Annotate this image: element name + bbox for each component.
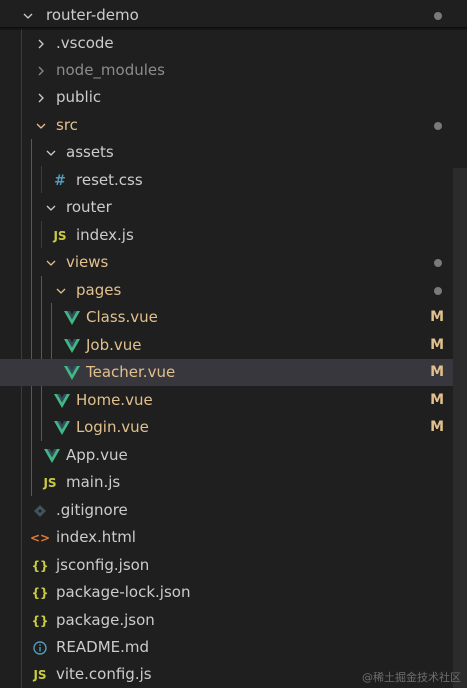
json-file-icon: {} (31, 613, 49, 628)
json-file-icon: {} (31, 558, 49, 573)
tree-folder-node-modules[interactable]: node_modules (0, 57, 467, 84)
chevron-down-icon (33, 112, 49, 139)
vue-file-icon (63, 332, 81, 359)
tree-label: index.html (56, 528, 136, 546)
tree-file-reset-css[interactable]: # reset.css (0, 167, 467, 194)
tree-label: pages (76, 281, 122, 299)
tree-label: Class.vue (86, 308, 158, 326)
chevron-down-icon (43, 139, 59, 166)
vertical-scrollbar[interactable] (453, 168, 467, 688)
js-file-icon: JS (53, 228, 67, 243)
tree-label: node_modules (56, 61, 165, 79)
chevron-down-icon (53, 277, 69, 304)
tree-label: README.md (56, 638, 150, 656)
tree-label: Home.vue (76, 391, 153, 409)
vue-file-icon (63, 304, 81, 331)
tree-file-index-html[interactable]: <> index.html (0, 524, 467, 551)
tree-file-package-lock-json[interactable]: {} package-lock.json (0, 579, 467, 606)
tree-label: router-demo (46, 6, 139, 24)
tree-folder-assets[interactable]: assets (0, 139, 467, 166)
tree-label: reset.css (76, 171, 143, 189)
git-modified-badge: M (430, 337, 444, 353)
tree-file-jsconfig-json[interactable]: {} jsconfig.json (0, 552, 467, 579)
tree-file-main-js[interactable]: JS main.js (0, 469, 467, 496)
tree-label: .gitignore (56, 501, 128, 519)
chevron-right-icon (33, 57, 49, 84)
js-file-icon: JS (33, 667, 47, 682)
tree-file-job-vue[interactable]: Job.vue M (0, 332, 467, 359)
tree-file-class-vue[interactable]: Class.vue M (0, 304, 467, 331)
watermark: @稀土掘金技术社区 (362, 671, 461, 684)
tree-label: Teacher.vue (86, 363, 176, 381)
chevron-down-icon (43, 194, 59, 221)
tree-folder-vscode[interactable]: .vscode (0, 30, 467, 57)
git-file-icon (31, 497, 49, 524)
modified-dot-icon (434, 12, 442, 20)
git-modified-badge: M (430, 364, 444, 380)
tree-label: jsconfig.json (56, 556, 150, 574)
tree-label: main.js (66, 473, 121, 491)
tree-label: public (56, 88, 102, 106)
git-modified-badge: M (430, 309, 444, 325)
tree-file-home-vue[interactable]: Home.vue M (0, 387, 467, 414)
tree-label: package-lock.json (56, 583, 191, 601)
tree-label: vite.config.js (56, 665, 152, 683)
chevron-right-icon (33, 84, 49, 111)
json-file-icon: {} (31, 585, 49, 600)
tree-label: index.js (76, 226, 134, 244)
css-file-icon: # (54, 172, 66, 189)
tree-file-gitignore[interactable]: .gitignore (0, 497, 467, 524)
tree-folder-root[interactable]: router-demo (0, 2, 467, 29)
tree-folder-views[interactable]: views (0, 249, 467, 276)
tree-file-package-json[interactable]: {} package.json (0, 607, 467, 634)
git-modified-badge: M (430, 392, 444, 408)
tree-file-app-vue[interactable]: App.vue (0, 442, 467, 469)
chevron-right-icon (33, 30, 49, 57)
file-explorer: router-demo .vscode node_modules public … (0, 0, 467, 688)
tree-file-router-index-js[interactable]: JS index.js (0, 222, 467, 249)
tree-file-teacher-vue[interactable]: Teacher.vue M (0, 359, 467, 387)
vue-file-icon (63, 359, 81, 386)
tree-label: assets (66, 143, 114, 161)
tree-label: Job.vue (86, 336, 142, 354)
tree-folder-pages[interactable]: pages (0, 277, 467, 304)
js-file-icon: JS (43, 475, 57, 490)
chevron-down-icon (43, 249, 59, 276)
tree-label: src (56, 116, 78, 134)
scroll-shadow (0, 27, 467, 31)
html-file-icon: <> (29, 530, 51, 545)
tree-label: Login.vue (76, 418, 149, 436)
tree-label: App.vue (66, 446, 128, 464)
git-modified-badge: M (430, 419, 444, 435)
tree-label: package.json (56, 611, 155, 629)
vue-file-icon (53, 414, 71, 441)
modified-dot-icon (434, 122, 442, 130)
tree-file-readme-md[interactable]: README.md (0, 634, 467, 661)
tree-folder-src[interactable]: src (0, 112, 467, 139)
tree-label: views (66, 253, 109, 271)
chevron-down-icon (20, 2, 36, 29)
vue-file-icon (53, 387, 71, 414)
tree-label: router (66, 198, 112, 216)
tree-folder-public[interactable]: public (0, 84, 467, 111)
modified-dot-icon (434, 287, 442, 295)
info-file-icon (31, 634, 49, 661)
tree-label: .vscode (56, 34, 114, 52)
vue-file-icon (43, 442, 61, 469)
tree-folder-router[interactable]: router (0, 194, 467, 221)
tree-file-login-vue[interactable]: Login.vue M (0, 414, 467, 441)
modified-dot-icon (434, 259, 442, 267)
